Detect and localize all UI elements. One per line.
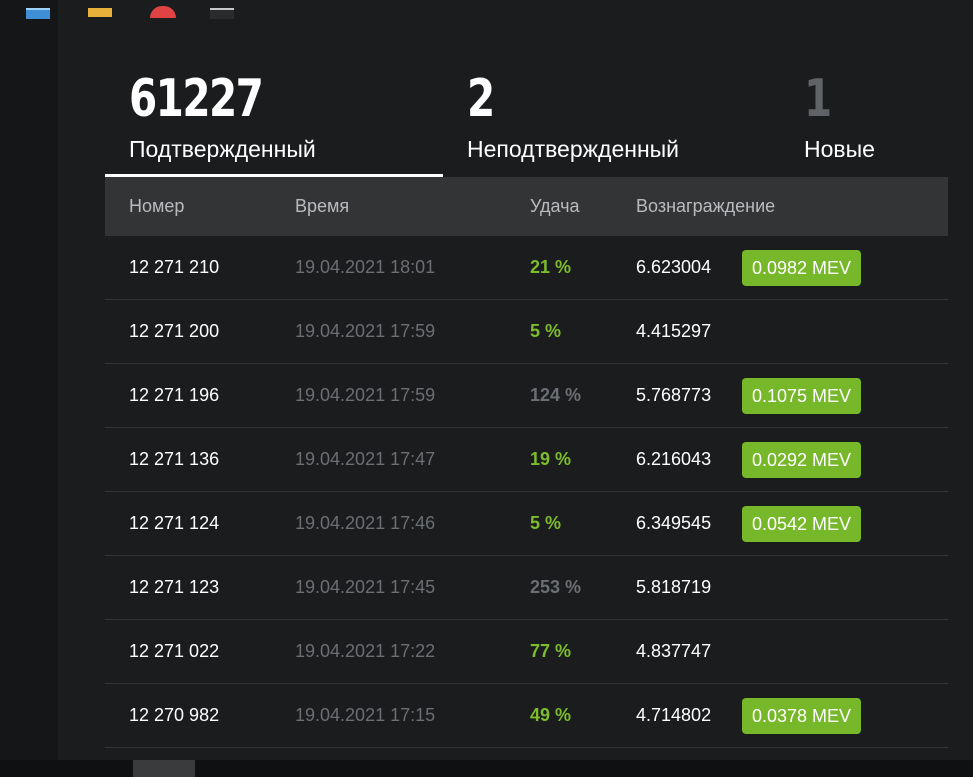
mev-badge: 0.0292 MEV (742, 442, 862, 478)
block-reward: 4.714802 (636, 705, 712, 725)
block-reward: 4.415297 (636, 321, 712, 341)
block-luck: 5 % (530, 321, 562, 341)
unconfirmed-count: 2 (467, 69, 495, 129)
block-reward: 5.818719 (636, 577, 712, 597)
block-luck: 124 % (530, 385, 582, 405)
block-number: 12 271 200 (129, 321, 220, 341)
confirmed-label: Подтвержденный (129, 136, 316, 162)
block-luck: 19 % (530, 449, 572, 469)
mev-badge: 0.0378 MEV (742, 698, 862, 734)
block-reward: 6.623004 (636, 257, 712, 277)
mev-badge: 0.1075 MEV (742, 378, 862, 414)
block-reward: 6.216043 (636, 449, 712, 469)
block-time: 19.04.2021 18:01 (295, 257, 436, 277)
folder-icon[interactable] (88, 8, 112, 17)
block-number: 12 271 196 (129, 385, 220, 405)
table-row[interactable]: 12 271 210 19.04.2021 18:01 21 % 6.623004 0.… (105, 236, 948, 300)
table-body: 12 271 210 19.04.2021 18:01 21 % 6.623004 0.… (105, 236, 948, 748)
terminal-icon[interactable] (210, 8, 234, 19)
header-time[interactable]: Время (295, 196, 349, 217)
block-number: 12 271 022 (129, 641, 220, 661)
new-label: Новые (804, 136, 875, 162)
taskbar-active-highlight (133, 760, 195, 777)
block-luck: 253 % (530, 577, 582, 597)
table-row[interactable]: 12 271 136 19.04.2021 17:47 19 % 6.216043 0.… (105, 428, 948, 492)
block-time: 19.04.2021 17:47 (295, 449, 436, 469)
block-reward: 4.837747 (636, 641, 712, 661)
blocks-table: Номер Время Удача Вознаграждение 12 271 … (105, 177, 948, 748)
tab-unconfirmed[interactable]: 2 Неподтвержденный (443, 0, 781, 177)
header-reward[interactable]: Вознаграждение (636, 196, 775, 217)
table-row[interactable]: 12 271 022 19.04.2021 17:22 77 % 4.837747 (105, 620, 948, 684)
block-luck: 77 % (530, 641, 572, 661)
block-stats-tabs: 61227 Подтвержденный 2 Неподтвержденный … (105, 0, 948, 177)
header-number[interactable]: Номер (129, 196, 184, 217)
tab-new[interactable]: 1 Новые (780, 0, 948, 177)
confirmed-count: 61227 (129, 69, 264, 129)
table-header: Номер Время Удача Вознаграждение (105, 177, 948, 236)
tab-confirmed[interactable]: 61227 Подтвержденный (105, 0, 443, 177)
mev-badge: 0.0982 MEV (742, 250, 862, 286)
block-time: 19.04.2021 17:46 (295, 513, 436, 533)
block-luck: 49 % (530, 705, 572, 725)
block-number: 12 271 124 (129, 513, 220, 533)
table-row[interactable]: 12 271 196 19.04.2021 17:59 124 % 5.768773 0… (105, 364, 948, 428)
block-time: 19.04.2021 17:15 (295, 705, 436, 725)
block-time: 19.04.2021 17:22 (295, 641, 436, 661)
block-reward: 6.349545 (636, 513, 712, 533)
block-number: 12 271 123 (129, 577, 220, 597)
block-time: 19.04.2021 17:59 (295, 385, 436, 405)
table-row[interactable]: 12 271 123 19.04.2021 17:45 253 % 5.818719 (105, 556, 948, 620)
new-count: 1 (804, 69, 832, 129)
block-reward: 5.768773 (636, 385, 712, 405)
block-number: 12 271 210 (129, 257, 220, 277)
unconfirmed-label: Неподтвержденный (467, 136, 680, 162)
monitor-icon[interactable] (26, 8, 50, 19)
block-luck: 5 % (530, 513, 562, 533)
header-luck[interactable]: Удача (530, 196, 580, 217)
block-luck: 21 % (530, 257, 572, 277)
block-time: 19.04.2021 17:45 (295, 577, 436, 597)
table-row[interactable]: 12 270 982 19.04.2021 17:15 49 % 4.714802 0.… (105, 684, 948, 748)
table-row[interactable]: 12 271 124 19.04.2021 17:46 5 % 6.349545 0.0… (105, 492, 948, 556)
block-time: 19.04.2021 17:59 (295, 321, 436, 341)
left-sidebar-strip (0, 0, 58, 760)
table-row[interactable]: 12 271 200 19.04.2021 17:59 5 % 4.415297 (105, 300, 948, 364)
block-number: 12 271 136 (129, 449, 220, 469)
mev-badge: 0.0542 MEV (742, 506, 862, 542)
block-number: 12 270 982 (129, 705, 220, 725)
